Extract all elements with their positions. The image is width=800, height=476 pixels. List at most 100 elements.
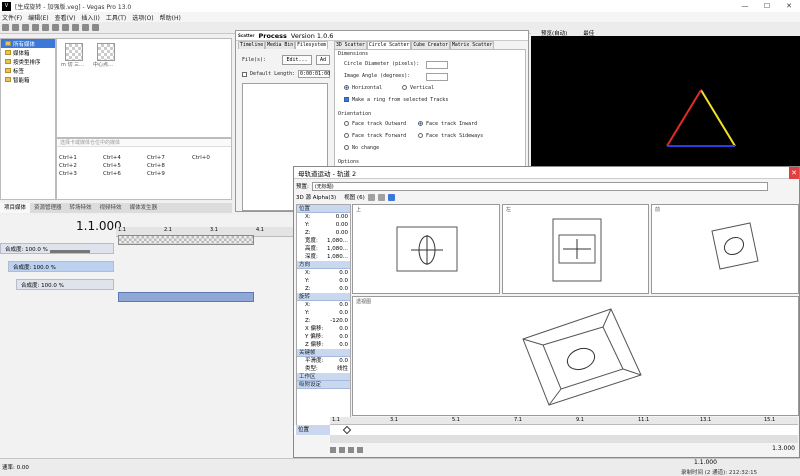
section-rotation[interactable]: 旋转 bbox=[297, 293, 350, 301]
section-orientation[interactable]: 方向 bbox=[297, 261, 350, 269]
prop-row[interactable]: 类型: 线性 bbox=[297, 365, 350, 373]
vertical-radio[interactable] bbox=[402, 85, 407, 90]
media-thumbnail[interactable] bbox=[65, 43, 83, 61]
prop-row[interactable]: Y: 0.0 bbox=[297, 309, 350, 317]
tab-media-generators[interactable]: 媒体发生器 bbox=[126, 203, 162, 213]
menu-tools[interactable]: 工具(T) bbox=[106, 13, 126, 22]
face-sideways-radio[interactable] bbox=[418, 133, 423, 138]
menu-view[interactable]: 查看(V) bbox=[55, 13, 76, 22]
section-workspace[interactable]: 工作区 bbox=[297, 373, 350, 381]
tab-3d-scatter[interactable]: 3D Scatter bbox=[334, 41, 367, 49]
tree-item-smart-bins[interactable]: 智能箱 bbox=[1, 75, 55, 84]
make-ring-checkbox[interactable] bbox=[344, 97, 349, 102]
add-button[interactable]: Ad bbox=[316, 55, 330, 65]
prop-row[interactable]: 宽度: 1,080... bbox=[297, 237, 350, 245]
open-icon[interactable] bbox=[12, 24, 19, 31]
properties-icon[interactable] bbox=[32, 24, 39, 31]
menu-help[interactable]: 帮助(H) bbox=[160, 13, 181, 22]
tab-filesystem[interactable]: Filesystem bbox=[295, 41, 328, 49]
first-keyframe-icon[interactable] bbox=[330, 447, 336, 453]
view-select[interactable]: 视图 (6) bbox=[344, 193, 365, 201]
last-keyframe-icon[interactable] bbox=[357, 447, 363, 453]
prop-row[interactable]: X: 0.0 bbox=[297, 301, 350, 309]
new-icon[interactable] bbox=[2, 24, 9, 31]
menu-file[interactable]: 文件(F) bbox=[2, 13, 22, 22]
horizontal-radio[interactable] bbox=[344, 85, 349, 90]
prop-row[interactable]: 平滑度: 0.0 bbox=[297, 357, 350, 365]
save-icon[interactable] bbox=[22, 24, 29, 31]
cut-icon[interactable] bbox=[52, 24, 59, 31]
tab-video-fx[interactable]: 视频特效 bbox=[96, 203, 126, 213]
tab-cube-creator[interactable]: Cube Creator bbox=[411, 41, 450, 49]
view-perspective[interactable]: 透视图 bbox=[352, 296, 799, 416]
default-length-checkbox[interactable] bbox=[242, 72, 247, 77]
maximize-button[interactable]: ☐ bbox=[756, 0, 778, 12]
prop-row[interactable]: Z: 0.0 bbox=[297, 285, 350, 293]
timeline-clip[interactable] bbox=[118, 235, 254, 245]
next-keyframe-icon[interactable] bbox=[348, 447, 354, 453]
tab-matrix-scatter[interactable]: Matrix Scatter bbox=[449, 41, 495, 49]
preset-select[interactable]: (无标题) bbox=[311, 181, 768, 191]
view-top[interactable]: 上 bbox=[352, 204, 500, 294]
circle-diameter-input[interactable] bbox=[426, 61, 448, 69]
section-snap[interactable]: 吸附设定 bbox=[297, 381, 350, 389]
prop-row[interactable]: X 偏移: 0.0 bbox=[297, 325, 350, 333]
mode-select[interactable]: 3D 源 Alpha(3) bbox=[296, 193, 336, 201]
keyframe-marker[interactable] bbox=[342, 425, 352, 435]
redo-icon[interactable] bbox=[92, 24, 99, 31]
copy-icon[interactable] bbox=[62, 24, 69, 31]
track-header-3[interactable]: 合成度: 100.0 % bbox=[16, 279, 114, 290]
tab-circle-scatter[interactable]: Circle Scatter bbox=[366, 41, 412, 49]
tree-item-by-type[interactable]: 按类型排序 bbox=[1, 57, 55, 66]
face-inward-radio[interactable] bbox=[418, 121, 423, 126]
edit-button[interactable]: Edit... bbox=[282, 55, 312, 65]
rotate-tool-icon[interactable] bbox=[377, 193, 385, 201]
tree-item-all-media[interactable]: 所有媒体 bbox=[1, 39, 55, 48]
paste-icon[interactable] bbox=[72, 24, 79, 31]
keyframe-ruler[interactable]: 1.1 3.1 5.1 7.1 9.1 11.1 13.1 15.1 bbox=[330, 417, 798, 425]
undo-icon[interactable] bbox=[82, 24, 89, 31]
section-position[interactable]: 位置 bbox=[297, 205, 350, 213]
default-length-input[interactable]: 0:00:01:00 bbox=[298, 70, 330, 78]
volume-slider[interactable] bbox=[50, 250, 90, 253]
timeline-clip[interactable] bbox=[118, 292, 254, 302]
render-icon[interactable] bbox=[42, 24, 49, 31]
motion-close-button[interactable]: ✕ bbox=[789, 167, 799, 179]
face-outward-radio[interactable] bbox=[344, 121, 349, 126]
menu-insert[interactable]: 插入(I) bbox=[81, 13, 99, 22]
view-front[interactable]: 前 bbox=[651, 204, 799, 294]
tab-project-media[interactable]: 项目媒体 bbox=[0, 203, 31, 213]
prop-row[interactable]: Z 偏移: 0.0 bbox=[297, 341, 350, 349]
keyframe-track[interactable]: 位置 bbox=[294, 425, 798, 435]
menu-edit[interactable]: 编辑(E) bbox=[28, 13, 48, 22]
tab-media-bin[interactable]: Media Bin bbox=[265, 41, 296, 49]
tab-transitions[interactable]: 转场特效 bbox=[66, 203, 96, 213]
prop-row[interactable]: Y 偏移: 0.0 bbox=[297, 333, 350, 341]
tab-explorer[interactable]: 资源管理器 bbox=[30, 203, 66, 213]
prop-row[interactable]: Y: 0.0 bbox=[297, 277, 350, 285]
prev-keyframe-icon[interactable] bbox=[339, 447, 345, 453]
keyframe-scrollbar[interactable] bbox=[330, 435, 798, 443]
prop-row[interactable]: 深度: 1,080... bbox=[297, 253, 350, 261]
track-header-2[interactable]: 合成度: 100.0 % bbox=[8, 261, 114, 272]
prop-row[interactable]: Z: -120.0 bbox=[297, 317, 350, 325]
close-button[interactable]: ✕ bbox=[778, 0, 800, 12]
prop-row[interactable]: X: 0.00 bbox=[297, 213, 350, 221]
prop-row[interactable]: 高度: 1,080... bbox=[297, 245, 350, 253]
prop-row[interactable]: X: 0.0 bbox=[297, 269, 350, 277]
menu-options[interactable]: 选项(O) bbox=[132, 13, 153, 22]
prop-row[interactable]: Y: 0.00 bbox=[297, 221, 350, 229]
tab-timeline[interactable]: Timeline bbox=[238, 41, 266, 49]
prop-row[interactable]: Z: 0.00 bbox=[297, 229, 350, 237]
face-forward-radio[interactable] bbox=[344, 133, 349, 138]
media-search[interactable]: 选择卡或媒体仓位中的媒体 bbox=[57, 139, 231, 147]
move-tool-icon[interactable] bbox=[367, 193, 375, 201]
tree-item-tags[interactable]: 标签 bbox=[1, 66, 55, 75]
view-left[interactable]: 左 bbox=[502, 204, 649, 294]
snap-tool-icon[interactable] bbox=[387, 193, 395, 201]
minimize-button[interactable]: — bbox=[734, 0, 756, 12]
video-preview[interactable] bbox=[531, 36, 800, 172]
section-keyframe[interactable]: 关键帧 bbox=[297, 349, 350, 357]
media-thumbnail[interactable] bbox=[97, 43, 115, 61]
no-change-radio[interactable] bbox=[344, 145, 349, 150]
